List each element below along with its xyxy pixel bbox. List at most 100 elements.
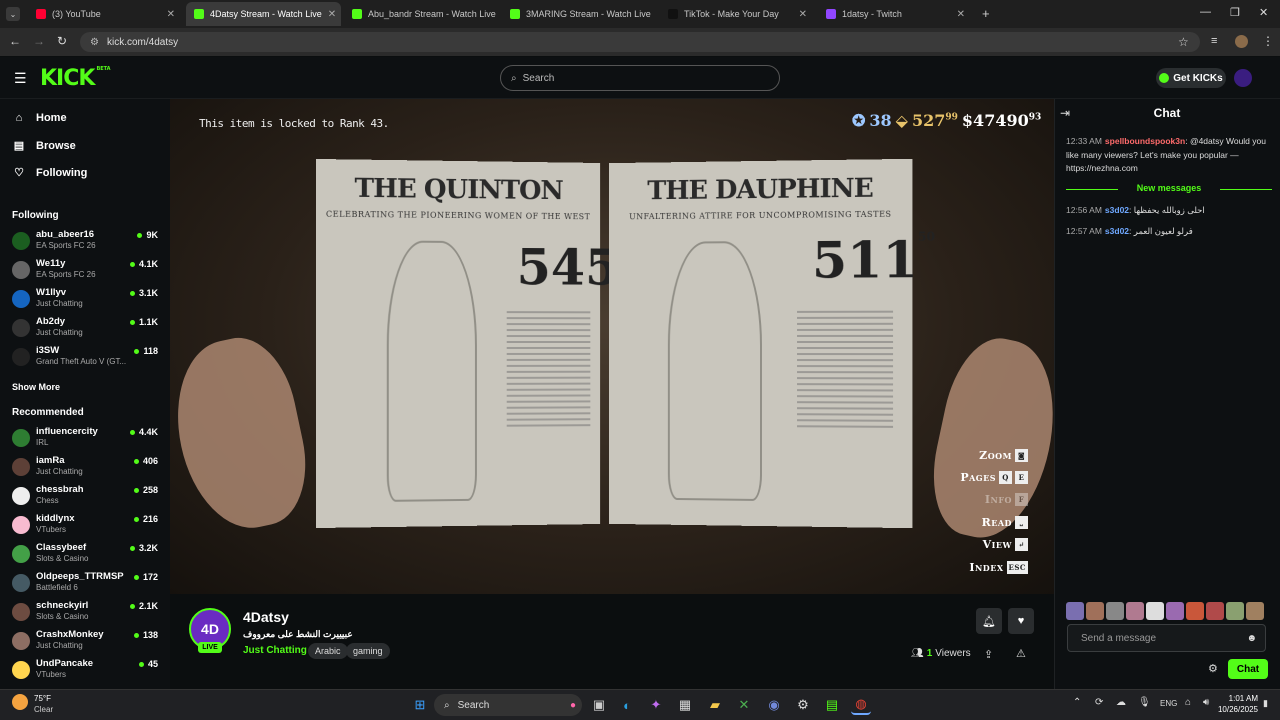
new-tab-button[interactable]: + (982, 6, 990, 21)
user-avatar[interactable] (1234, 69, 1252, 87)
sidebar-channel[interactable]: schneckyirl Slots & Casino 2.1K (12, 600, 162, 626)
browser-tab[interactable]: 4Datsy Stream - Watch Live ✕ (186, 2, 341, 26)
tab-close-icon[interactable]: ✕ (496, 9, 499, 20)
site-info-icon[interactable]: ⚙ (90, 37, 99, 48)
tab-close-icon[interactable]: ✕ (793, 9, 807, 20)
channel-viewers: 216 (133, 514, 158, 524)
back-button[interactable]: ← (9, 34, 21, 48)
reload-button[interactable]: ↻ (57, 34, 67, 48)
weather-temp[interactable]: 75°F (34, 694, 51, 703)
settings-icon[interactable]: ⚙ (793, 695, 813, 715)
tab-search-button[interactable]: ⌄ (6, 7, 20, 21)
browser-tab[interactable]: TikTok - Make Your Day ✕ (660, 2, 815, 26)
chat-settings-icon[interactable]: ⚙ (1208, 662, 1218, 675)
discord-icon[interactable]: ◉ (764, 695, 784, 715)
tray-overflow-icon[interactable]: ⌃ (1073, 697, 1081, 708)
emoji-icon[interactable]: ☻ (1246, 633, 1257, 644)
sidebar-channel[interactable]: iamRa Just Chatting 406 (12, 455, 162, 481)
emote-icon[interactable] (1186, 602, 1204, 620)
weather-icon[interactable] (12, 694, 28, 710)
tab-close-icon[interactable]: ✕ (951, 9, 965, 20)
close-window-button[interactable]: ✕ (1259, 6, 1268, 19)
emote-icon[interactable] (1166, 602, 1184, 620)
reading-list-icon[interactable]: ≡ (1211, 35, 1217, 47)
volume-icon[interactable]: 🔊︎ (1203, 697, 1209, 708)
chat-message-input[interactable]: Send a message ☻ (1067, 624, 1266, 652)
sidebar-channel[interactable]: Oldpeeps_TTRMSP Battlefield 6 172 (12, 571, 162, 597)
sidebar-channel[interactable]: CrashxMonkey Just Chatting 138 (12, 629, 162, 655)
nav-following[interactable]: ♡ Following (12, 166, 87, 180)
follow-button[interactable]: ♥ (1008, 608, 1034, 634)
sidebar-channel[interactable]: kiddlynx VTubers 216 (12, 513, 162, 539)
forward-button[interactable]: → (33, 34, 45, 48)
emote-icon[interactable] (1246, 602, 1264, 620)
emote-icon[interactable] (1206, 602, 1224, 620)
sidebar-channel[interactable]: chessbrah Chess 258 (12, 484, 162, 510)
notification-bell-button[interactable]: 🔔︎ (976, 608, 1002, 634)
task-view-icon[interactable]: ▣ (589, 695, 609, 715)
nav-browse[interactable]: ▤ Browse (12, 139, 76, 153)
browser-tab[interactable]: (3) YouTube ✕ (28, 2, 183, 26)
tab-close-icon[interactable]: ✕ (161, 9, 175, 20)
sidebar-channel[interactable]: abu_abeer16 EA Sports FC 26 9K (12, 229, 162, 255)
browser-tab[interactable]: Abu_bandr Stream - Watch Live✕ (344, 2, 499, 26)
profile-avatar[interactable] (1235, 35, 1248, 48)
chat-username[interactable]: s3d02 (1105, 205, 1129, 215)
chrome-icon[interactable]: ◍ (851, 695, 871, 715)
emote-icon[interactable] (1066, 602, 1084, 620)
address-bar[interactable]: ⚙ kick.com/4datsy (80, 32, 1200, 52)
sidebar-channel[interactable]: We11y EA Sports FC 26 4.1K (12, 258, 162, 284)
chat-username[interactable]: s3d02 (1105, 226, 1129, 236)
browser-tab[interactable]: 3MARING Stream - Watch Live✕ (502, 2, 657, 26)
microphone-icon[interactable]: 🎙︎ (1138, 697, 1151, 708)
sidebar-channel[interactable]: i3SW Grand Theft Auto V (GT... 118 (12, 345, 162, 371)
tab-favicon-icon (510, 9, 520, 19)
browser-tab[interactable]: 1datsy - Twitch ✕ (818, 2, 973, 26)
menu-icon[interactable]: ☰ (14, 70, 27, 87)
copilot-icon[interactable]: ✦ (646, 695, 666, 715)
sync-icon[interactable]: ⟳ (1095, 697, 1103, 708)
language-indicator[interactable]: ENG (1160, 699, 1177, 708)
edge-icon[interactable]: ◐ (617, 695, 637, 715)
get-kicks-button[interactable]: Get KICKs (1156, 68, 1226, 88)
windows-start-icon[interactable]: ⊞ (410, 695, 430, 715)
bookmark-star-icon[interactable]: ☆ (1178, 35, 1189, 49)
stream-category-link[interactable]: Just Chatting (243, 645, 307, 656)
sidebar-channel[interactable]: Classybeef Slots & Casino 3.2K (12, 542, 162, 568)
browser-menu-button[interactable]: ⋮ (1262, 34, 1274, 48)
streamer-name[interactable]: 4Datsy (243, 609, 289, 625)
show-more-link[interactable]: Show More (12, 382, 60, 392)
emote-icon[interactable] (1146, 602, 1164, 620)
video-player[interactable]: THE QUINTON CELEBRATING THE PIONEERING W… (170, 99, 1054, 594)
xbox-icon[interactable]: ✕ (734, 695, 754, 715)
sidebar-channel[interactable]: W1llyv Just Chatting 3.1K (12, 287, 162, 313)
emote-icon[interactable] (1226, 602, 1244, 620)
minimize-button[interactable]: — (1200, 6, 1211, 18)
tab-close-icon[interactable]: ✕ (651, 9, 658, 20)
clock-time[interactable]: 1:01 AM (1222, 694, 1258, 703)
share-icon[interactable]: ⇪ (984, 648, 993, 661)
maximize-button[interactable]: ❐ (1230, 6, 1240, 19)
file-explorer-icon[interactable]: ▰ (705, 695, 725, 715)
kick-logo[interactable]: KICK BETA (40, 66, 111, 91)
notification-icon[interactable]: ▮ (1263, 698, 1268, 709)
sidebar-channel[interactable]: influencercity IRL 4.4K (12, 426, 162, 452)
emote-icon[interactable] (1126, 602, 1144, 620)
sidebar-channel[interactable]: UndPancake VTubers 45 (12, 658, 162, 684)
onedrive-icon[interactable]: ☁ (1116, 697, 1126, 708)
emote-icon[interactable] (1086, 602, 1104, 620)
chat-send-button[interactable]: Chat (1228, 659, 1268, 679)
tag-gaming[interactable]: gaming (346, 643, 390, 659)
tab-close-icon[interactable]: ✕ (322, 9, 336, 20)
store-icon[interactable]: ▦ (675, 695, 695, 715)
search-input[interactable]: ⌕ Search (500, 65, 780, 91)
app-icon[interactable]: ▤ (822, 695, 842, 715)
sidebar-channel[interactable]: Ab2dy Just Chatting 1.1K (12, 316, 162, 342)
chat-username[interactable]: spellboundspook3n (1105, 136, 1185, 146)
nav-home[interactable]: ⌂ Home (12, 112, 67, 124)
report-icon[interactable]: ⚠ (1016, 647, 1026, 660)
emote-icon[interactable] (1106, 602, 1124, 620)
network-icon[interactable]: ⌂ (1185, 697, 1191, 708)
taskbar-search[interactable]: ⌕ Search ● (434, 694, 582, 716)
tag-arabic[interactable]: Arabic (308, 643, 348, 659)
